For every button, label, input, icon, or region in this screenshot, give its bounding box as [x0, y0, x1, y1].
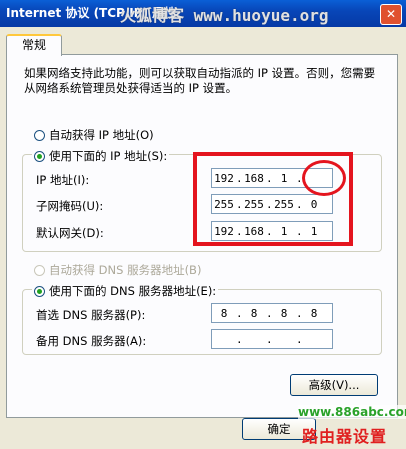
top-watermark: 火狐博客 www.huoyue.org	[120, 6, 329, 25]
manual-dns-label: 使用下面的 DNS 服务器地址(E):	[49, 284, 217, 298]
manual-ip-radio[interactable]	[34, 150, 45, 162]
url-watermark: www.886abc.com	[298, 405, 406, 419]
dns1-octet-1: 8	[220, 306, 228, 320]
manual-dns-radio[interactable]	[34, 285, 45, 297]
manual-ip-label: 使用下面的 IP 地址(S):	[49, 149, 168, 163]
gateway-label: 默认网关(D):	[36, 226, 104, 240]
close-icon[interactable]: ✕	[380, 4, 402, 25]
subnet-mask-label: 子网掩码(U):	[36, 199, 104, 213]
auto-ip-label: 自动获得 IP 地址(O)	[49, 128, 154, 142]
advanced-button[interactable]: 高级(V)...	[290, 374, 378, 396]
highlight-circle	[302, 160, 346, 196]
dns1-octet-4: 8	[310, 306, 318, 320]
auto-ip-option[interactable]: 自动获得 IP 地址(O)	[34, 127, 154, 143]
alternate-dns-label: 备用 DNS 服务器(A):	[36, 334, 147, 348]
auto-ip-radio[interactable]	[34, 129, 45, 141]
brand-watermark: 路由器设置	[302, 427, 388, 446]
preferred-dns-label: 首选 DNS 服务器(P):	[36, 308, 146, 322]
manual-ip-option[interactable]: 使用下面的 IP 地址(S):	[32, 148, 170, 164]
auto-dns-radio	[34, 264, 45, 276]
alternate-dns-input[interactable]: . . .	[211, 329, 333, 349]
tab-general[interactable]: 常规	[6, 34, 62, 56]
preferred-dns-input[interactable]: 8. 8. 8. 8	[211, 303, 333, 323]
auto-dns-option: 自动获得 DNS 服务器地址(B)	[34, 262, 201, 278]
dns1-octet-3: 8	[280, 306, 288, 320]
dns1-octet-2: 8	[250, 306, 258, 320]
description-text: 如果网络支持此功能，则可以获取自动指派的 IP 设置。否则，您需要从网络系统管理…	[24, 66, 376, 95]
manual-dns-option[interactable]: 使用下面的 DNS 服务器地址(E):	[32, 283, 219, 299]
ip-address-label: IP 地址(I):	[36, 173, 90, 187]
auto-dns-label: 自动获得 DNS 服务器地址(B)	[49, 263, 202, 277]
